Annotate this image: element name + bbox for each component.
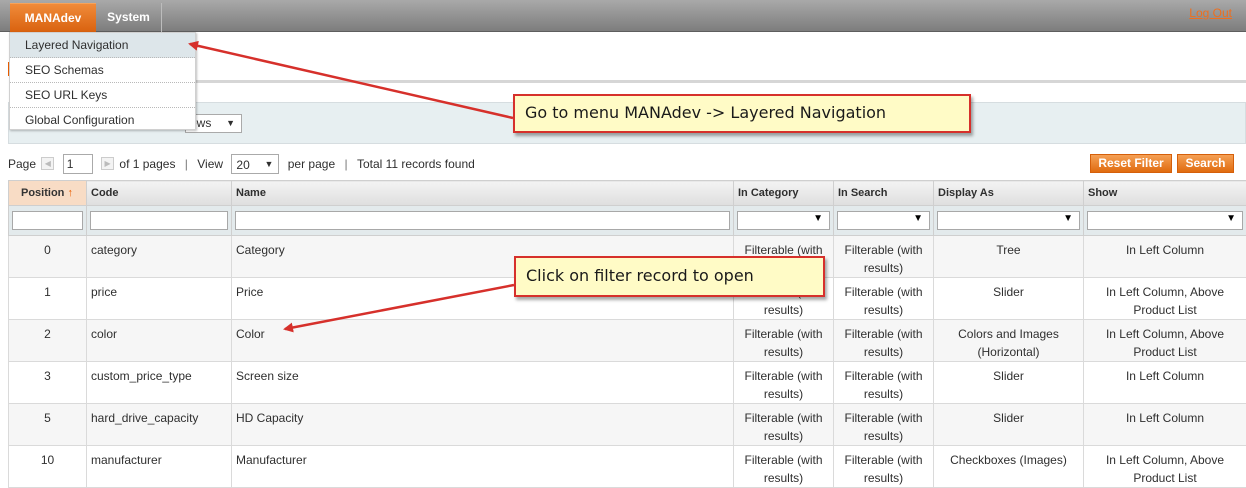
annotation-arrows bbox=[0, 0, 1246, 473]
arrow-to-menu-item bbox=[190, 44, 513, 118]
arrow-to-color-record bbox=[285, 285, 514, 329]
